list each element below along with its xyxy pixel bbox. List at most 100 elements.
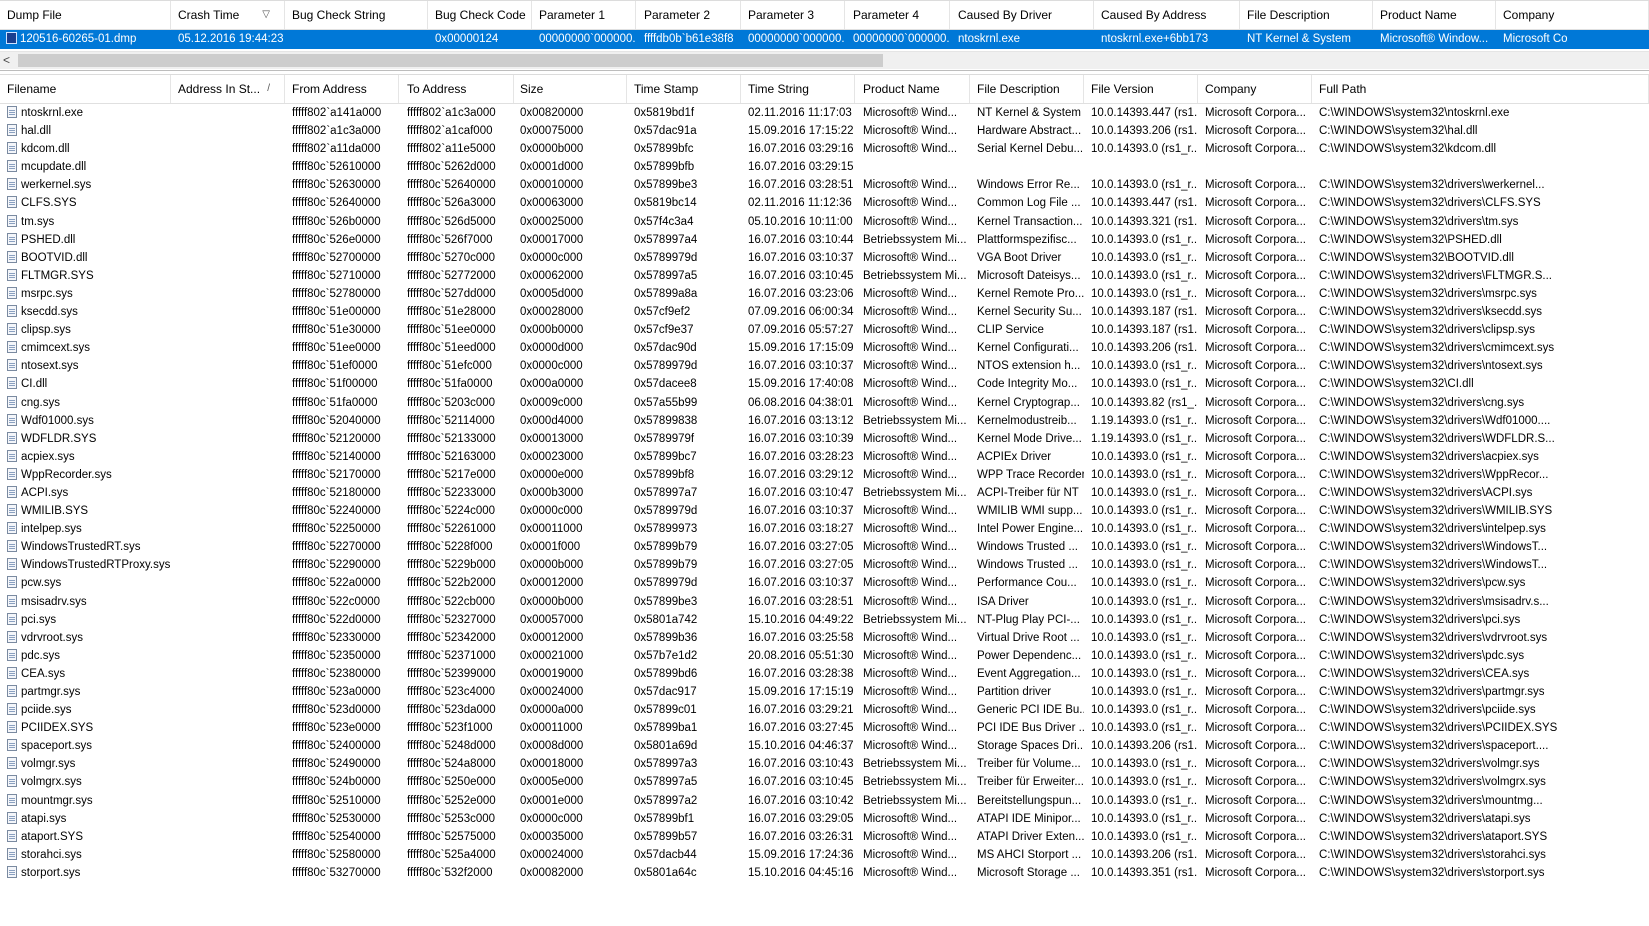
table-row[interactable]: storahci.sys fffff80c`52580000 fffff80c`52… [0,846,1649,864]
table-row[interactable]: ACPI.sys fffff80c`52180000 fffff80c`522330… [0,484,1649,502]
column-header-time-string[interactable]: Time String [741,75,855,103]
table-row[interactable]: cng.sys fffff80c`51fa0000 fffff80c`5203c00… [0,394,1649,412]
column-header-dump-file[interactable]: Dump File [0,1,171,29]
table-row[interactable]: cmimcext.sys fffff80c`51ee0000 fffff80c`51… [0,339,1649,357]
table-row[interactable]: pcw.sys fffff80c`522a0000 fffff80c`522b200… [0,574,1649,592]
table-row[interactable]: CLFS.SYS fffff80c`52640000 fffff80c`526a30… [0,194,1649,212]
table-row[interactable]: ksecdd.sys fffff80c`51e00000 fffff80c`51e2… [0,303,1649,321]
scroll-left-arrow-icon[interactable]: < [3,52,10,69]
table-row[interactable]: mcupdate.dll fffff80c`52610000 fffff80c`52… [0,158,1649,176]
column-header-bug-check-string[interactable]: Bug Check String [285,1,428,29]
driver-cell-text: fffff80c`52575000 [407,830,496,843]
driver-cell-product-name: Microsoft® Wind... [856,140,970,158]
driver-cell-text: C:\WINDOWS\system32\hal.dll [1319,125,1478,138]
driver-cell-address-in-stack [171,303,285,321]
table-row[interactable]: CI.dll fffff80c`51f00000 fffff80c`51fa0000… [0,375,1649,393]
column-header-filename[interactable]: Filename [0,75,171,103]
column-header-time-stamp[interactable]: Time Stamp [627,75,741,103]
table-row[interactable]: ntosext.sys fffff80c`51ef0000 fffff80c`51e… [0,357,1649,375]
column-header-parameter-4[interactable]: Parameter 4 [846,1,950,29]
table-row[interactable]: ntoskrnl.exe fffff802`a141a000 fffff802`a1… [0,104,1649,122]
table-row[interactable]: msrpc.sys fffff80c`52780000 fffff80c`527dd… [0,285,1649,303]
table-row[interactable]: tm.sys fffff80c`526b0000 fffff80c`526d5000… [0,213,1649,231]
driver-cell-text: PCI IDE Bus Driver ... [977,722,1084,735]
driver-cell-file-description: Kernel Transaction... [970,213,1084,231]
table-row[interactable]: hal.dll fffff802`a1c3a000 fffff802`a1caf00… [0,122,1649,140]
driver-cell-text: 0x0000b000 [520,595,584,608]
table-row[interactable]: BOOTVID.dll fffff80c`52700000 fffff80c`527… [0,249,1649,267]
file-icon [7,793,17,806]
driver-cell-text: Microsoft® Wind... [863,559,958,572]
driver-cell-file-version: 10.0.14393.0 (rs1_r... [1084,556,1198,574]
driver-cell-text: fffff80c`52630000 [292,179,381,192]
table-row[interactable]: ataport.SYS fffff80c`52540000 fffff80c`525… [0,828,1649,846]
table-row[interactable]: WMILIB.SYS fffff80c`52240000 fffff80c`5224… [0,502,1649,520]
column-header-from-address[interactable]: From Address [285,75,399,103]
driver-cell-product-name: Microsoft® Wind... [856,502,970,520]
table-row[interactable]: volmgr.sys fffff80c`52490000 fffff80c`524a… [0,755,1649,773]
driver-cell-text: C:\WINDOWS\system32\drivers\PCIIDEX.SYS [1319,722,1558,735]
column-header-caused-by-driver[interactable]: Caused By Driver [951,1,1094,29]
table-row[interactable]: kdcom.dll fffff802`a11da000 fffff802`a11e5… [0,140,1649,158]
table-row[interactable]: intelpep.sys fffff80c`52250000 fffff80c`52… [0,520,1649,538]
table-row[interactable]: volmgrx.sys fffff80c`524b0000 fffff80c`525… [0,773,1649,791]
driver-cell-text: Microsoft® Wind... [863,830,958,843]
scrollbar-thumb[interactable] [18,54,883,67]
table-row[interactable]: vdrvroot.sys fffff80c`52330000 fffff80c`52… [0,629,1649,647]
table-row[interactable]: WDFLDR.SYS fffff80c`52120000 fffff80c`5213… [0,430,1649,448]
table-row[interactable]: spaceport.sys fffff80c`52400000 fffff80c`5… [0,737,1649,755]
table-row[interactable]: pdc.sys fffff80c`52350000 fffff80c`5237100… [0,647,1649,665]
driver-cell-size: 0x00011000 [513,719,627,737]
table-row[interactable]: mountmgr.sys fffff80c`52510000 fffff80c`52… [0,792,1649,810]
column-header-company[interactable]: Company [1496,1,1649,29]
driver-cell-text: 15.10.2016 04:49:22 [748,613,854,626]
column-header-caused-by-address[interactable]: Caused By Address [1094,1,1240,29]
column-header-product-name[interactable]: Product Name [1373,1,1496,29]
column-header-label: File Description [1247,8,1330,22]
table-row[interactable]: WindowsTrustedRT.sys fffff80c`52270000 fff… [0,538,1649,556]
table-row[interactable]: werkernel.sys fffff80c`52630000 fffff80c`5… [0,176,1649,194]
table-row[interactable]: pciide.sys fffff80c`523d0000 fffff80c`523d… [0,701,1649,719]
driver-cell-text: C:\WINDOWS\system32\drivers\storport.sys [1319,866,1545,879]
horizontal-scrollbar[interactable]: < [0,51,1649,69]
column-header-full-path[interactable]: Full Path [1312,75,1649,103]
table-row[interactable]: clipsp.sys fffff80c`51e30000 fffff80c`51ee… [0,321,1649,339]
driver-cell-from-address: fffff80c`52040000 [285,412,399,430]
driver-cell-time-string: 16.07.2016 03:10:37 [741,249,855,267]
table-row[interactable]: Wdf01000.sys fffff80c`52040000 fffff80c`52… [0,412,1649,430]
column-header-parameter-2[interactable]: Parameter 2 [637,1,741,29]
driver-cell-from-address: fffff80c`52540000 [285,828,399,846]
driver-cell-file-description: Generic PCI IDE Bu... [970,701,1084,719]
driver-cell-text: 16.07.2016 03:10:45 [748,776,854,789]
table-row[interactable]: FLTMGR.SYS fffff80c`52710000 fffff80c`5277… [0,267,1649,285]
column-header-product-name[interactable]: Product Name [856,75,970,103]
table-row[interactable]: WindowsTrustedRTProxy.sys fffff80c`522900… [0,556,1649,574]
column-header-company[interactable]: Company [1198,75,1312,103]
table-row[interactable]: acpiex.sys fffff80c`52140000 fffff80c`5216… [0,448,1649,466]
table-row[interactable]: msisadrv.sys fffff80c`522c0000 fffff80c`52… [0,593,1649,611]
column-header-size[interactable]: Size [513,75,627,103]
column-header-file-description[interactable]: File Description [1240,1,1373,29]
driver-cell-time-stamp: 0x5789979d [627,357,741,375]
driver-cell-text: 0x57899b79 [634,559,698,572]
table-row[interactable]: partmgr.sys fffff80c`523a0000 fffff80c`523… [0,683,1649,701]
column-header-crash-time[interactable]: Crash Time ▽ [171,1,285,29]
column-header-parameter-1[interactable]: Parameter 1 [532,1,636,29]
driver-cell-file-version: 10.0.14393.0 (rs1_r... [1084,538,1198,556]
column-header-parameter-3[interactable]: Parameter 3 [741,1,845,29]
table-row[interactable]: WppRecorder.sys fffff80c`52170000 fffff80c… [0,466,1649,484]
table-row[interactable]: CEA.sys fffff80c`52380000 fffff80c`5239900… [0,665,1649,683]
dump-row-selected[interactable]: 120516-60265-01.dmp 05.12.2016 19:44:23 0x… [0,30,1649,49]
column-header-file-description[interactable]: File Description [970,75,1084,103]
column-header-to-address[interactable]: To Address [400,75,514,103]
column-header-address-in-stack[interactable]: Address In St... / [171,75,285,103]
table-row[interactable]: PSHED.dll fffff80c`526e0000 fffff80c`526f7… [0,231,1649,249]
table-row[interactable]: pci.sys fffff80c`522d0000 fffff80c`5232700… [0,611,1649,629]
driver-cell-filename: spaceport.sys [0,737,171,755]
column-header-bug-check-code[interactable]: Bug Check Code [428,1,532,29]
table-row[interactable]: atapi.sys fffff80c`52530000 fffff80c`5253c… [0,810,1649,828]
driver-cell-text: fffff80c`522b2000 [407,577,496,590]
column-header-file-version[interactable]: File Version [1084,75,1198,103]
table-row[interactable]: storport.sys fffff80c`53270000 fffff80c`53… [0,864,1649,882]
table-row[interactable]: PCIIDEX.SYS fffff80c`523e0000 fffff80c`523… [0,719,1649,737]
